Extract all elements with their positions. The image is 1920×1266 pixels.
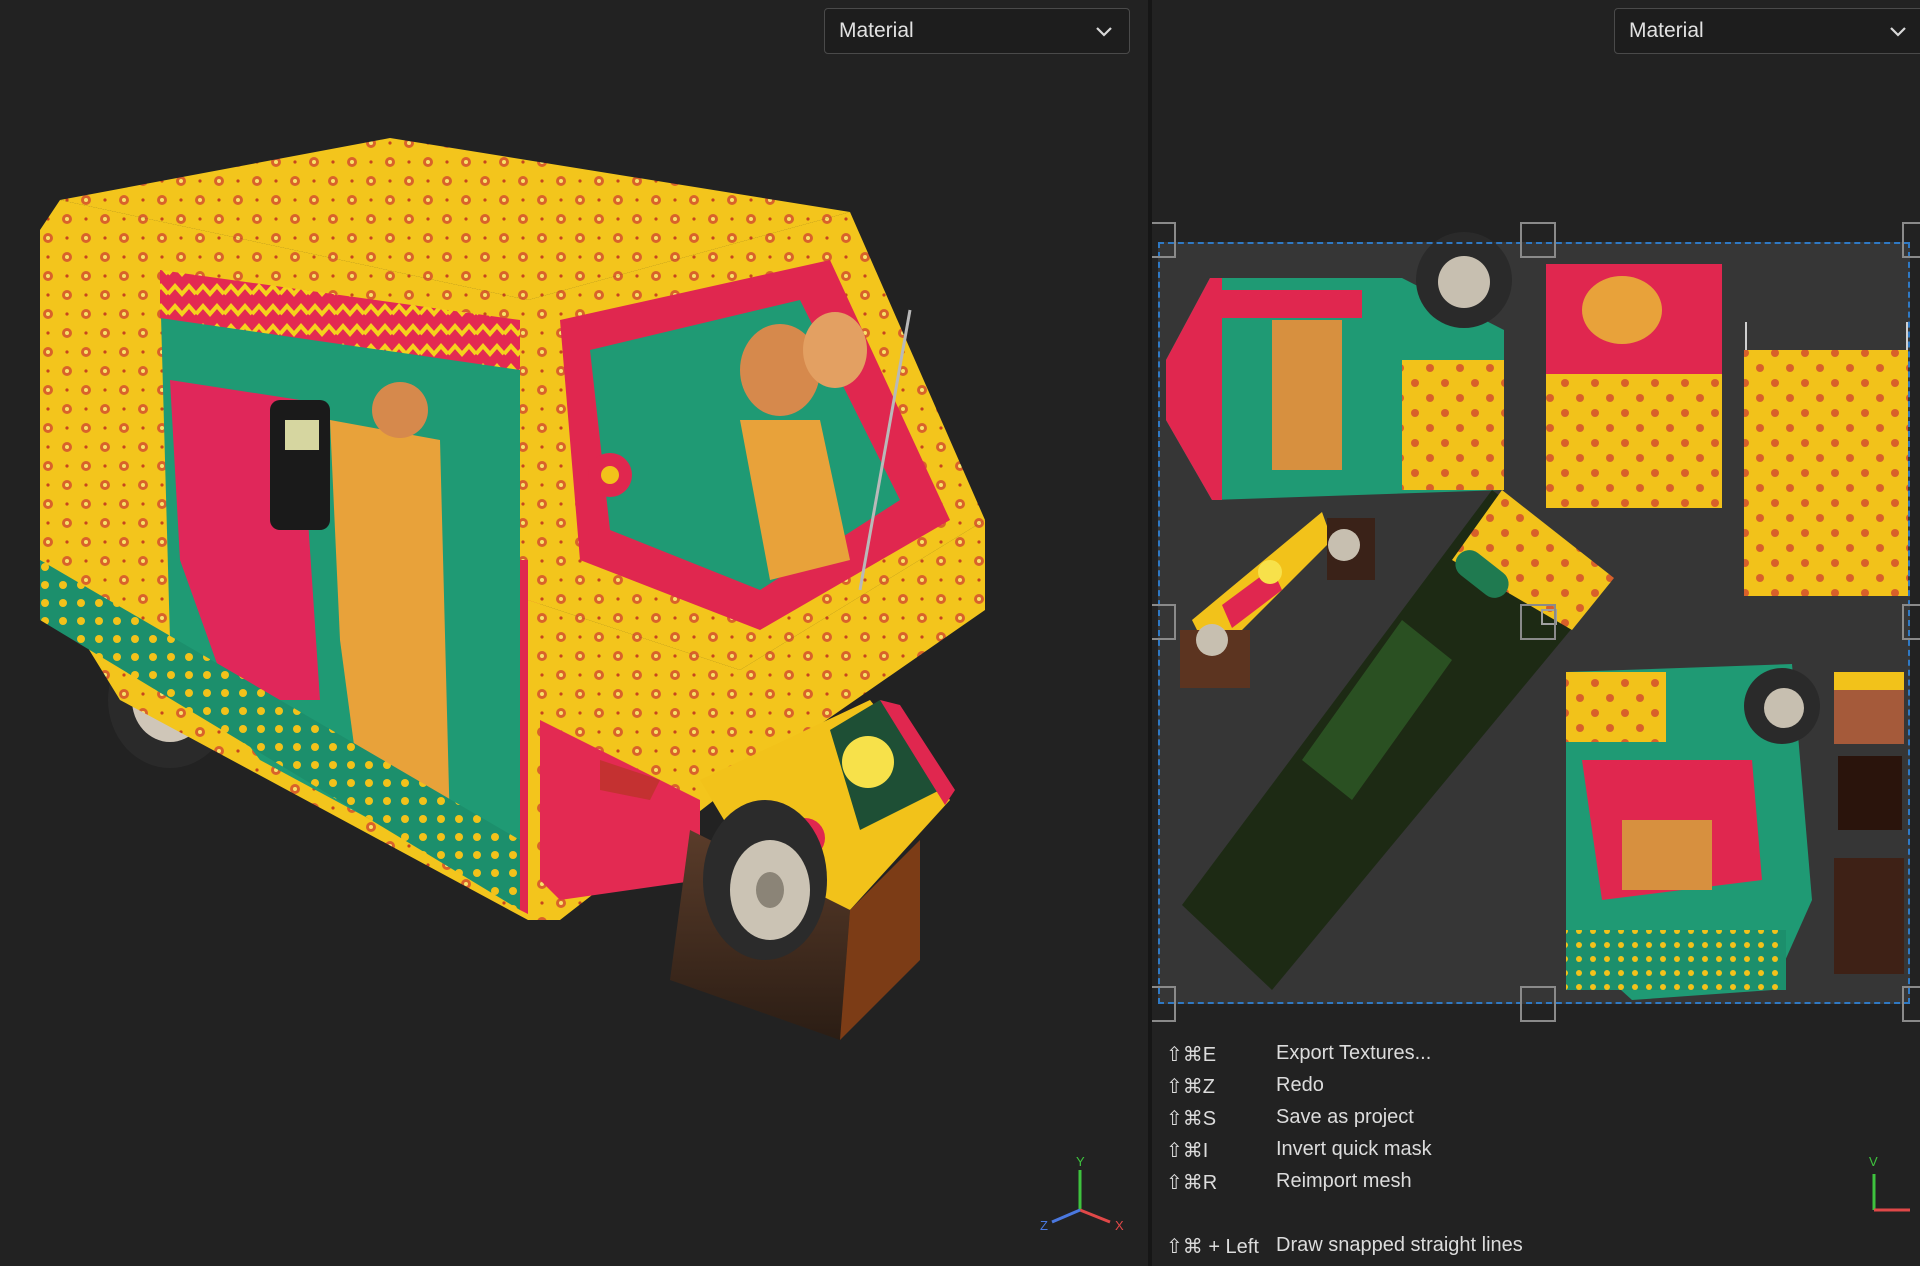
shortcut-row: ⇧⌘S Save as project [1166, 1106, 1414, 1131]
handle-bottom-right[interactable] [1902, 986, 1920, 1022]
shortcut-row: ⇧⌘ + Left Draw snapped straight lines [1166, 1234, 1523, 1259]
handle-center[interactable] [1520, 604, 1556, 640]
handle-middle-right[interactable] [1902, 604, 1920, 640]
handle-top-right[interactable] [1902, 222, 1920, 258]
shortcut-row: ⇧⌘Z Redo [1166, 1074, 1324, 1099]
handle-middle-left[interactable] [1152, 604, 1176, 640]
shortcut-label: Save as project [1276, 1106, 1414, 1128]
shortcut-label: Export Textures... [1276, 1042, 1432, 1064]
handle-top-center[interactable] [1520, 222, 1556, 258]
handle-bottom-left[interactable] [1152, 986, 1176, 1022]
rickshaw-model[interactable]: Y X Z [0, 0, 1148, 1266]
shortcut-keys: ⇧⌘Z [1166, 1076, 1215, 1098]
z-axis-label: Z [1040, 1218, 1048, 1233]
shortcut-row: ⇧⌘I Invert quick mask [1166, 1138, 1432, 1163]
y-axis-label: Y [1076, 1154, 1085, 1169]
handle-top-left[interactable] [1152, 222, 1176, 258]
uv-axis-gizmo: V [1869, 1154, 1910, 1212]
shortcut-keys: ⇧⌘E [1166, 1044, 1217, 1066]
shortcut-keys: ⇧⌘ + Left [1166, 1236, 1259, 1258]
shortcut-keys: ⇧⌘I [1166, 1140, 1209, 1162]
3d-viewport[interactable]: Material Y X Z [0, 0, 1148, 1266]
x-axis-label: X [1115, 1218, 1124, 1233]
shortcut-label: Invert quick mask [1276, 1138, 1432, 1160]
shortcut-keys: ⇧⌘S [1166, 1108, 1217, 1130]
shortcut-keys: ⇧⌘R [1166, 1172, 1218, 1194]
shortcut-label: Redo [1276, 1074, 1324, 1096]
handle-bottom-center[interactable] [1520, 986, 1556, 1022]
v-axis-label: V [1869, 1154, 1878, 1169]
shortcut-row: ⇧⌘E Export Textures... [1166, 1042, 1431, 1067]
axis-gizmo: Y X Z [1040, 1154, 1124, 1233]
shortcut-row: ⇧⌘R Reimport mesh [1166, 1170, 1412, 1195]
shortcut-label: Draw snapped straight lines [1276, 1234, 1523, 1256]
uv-viewport[interactable]: Material ⇧⌘E Export Textures... ⇧⌘Z Redo… [1152, 0, 1920, 1266]
shortcut-label: Reimport mesh [1276, 1170, 1412, 1192]
